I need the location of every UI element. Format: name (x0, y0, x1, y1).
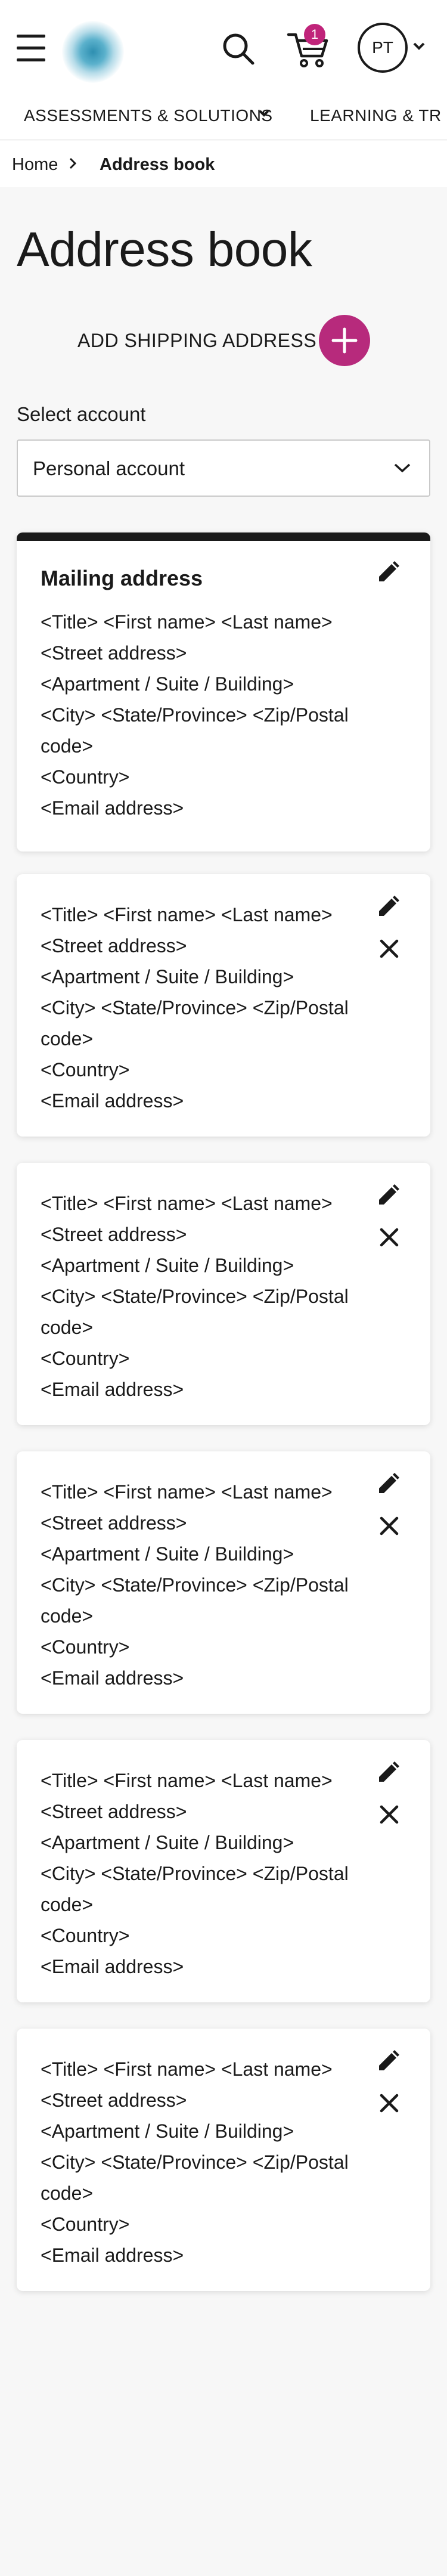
address-line: <Apartment / Suite / Building> (41, 1255, 294, 1276)
address-line: <Apartment / Suite / Building> (41, 966, 294, 987)
add-shipping-address-label[interactable]: ADD SHIPPING ADDRESS (77, 330, 316, 352)
address-card: <Title> <First name> <Last name> <Street … (17, 1451, 430, 1714)
address-line: <Street address> (41, 2089, 187, 2111)
add-shipping-address-button[interactable] (319, 315, 370, 366)
chevron-right-icon (67, 156, 79, 171)
page-title: Address book (17, 222, 312, 277)
address-line: <City> <State/Province> <Zip/Postal (41, 1574, 349, 1596)
close-icon[interactable] (378, 1515, 401, 1537)
edit-icon[interactable] (375, 894, 401, 919)
address-line: <Email address> (41, 1667, 184, 1689)
add-shipping-address[interactable]: ADD SHIPPING ADDRESS (77, 313, 375, 368)
address-line: <City> <State/Province> <Zip/Postal (41, 997, 349, 1018)
chevron-down-icon[interactable] (258, 109, 270, 117)
address-line: <Street address> (41, 935, 187, 956)
chevron-down-icon (393, 462, 411, 474)
address-line: <Apartment / Suite / Building> (41, 1543, 294, 1565)
address-card: <Title> <First name> <Last name> <Street … (17, 874, 430, 1137)
address-lines: <Title> <First name> <Last name> <Street … (41, 1188, 374, 1405)
address-lines: <Title> <First name> <Last name> <Street … (41, 606, 374, 823)
user-avatar[interactable]: PT (358, 23, 408, 73)
edit-icon[interactable] (375, 1760, 401, 1785)
address-lines: <Title> <First name> <Last name> <Street … (41, 1476, 374, 1693)
site-header: 1 PT ASSESSMENTS & SOLUTIONS LEARNING & … (0, 0, 447, 140)
address-line: <Street address> (41, 642, 187, 664)
address-line: <Country> (41, 1636, 130, 1658)
address-line: <Street address> (41, 1801, 187, 1822)
address-line: <Street address> (41, 1512, 187, 1534)
close-icon[interactable] (378, 937, 401, 960)
address-line: <Country> (41, 1925, 130, 1946)
address-line: code> (41, 1894, 94, 1915)
address-line: <City> <State/Province> <Zip/Postal (41, 1286, 349, 1307)
search-icon[interactable] (221, 31, 256, 67)
close-icon[interactable] (378, 1226, 401, 1249)
address-line: <Title> <First name> <Last name> (41, 611, 333, 633)
address-line: <City> <State/Province> <Zip/Postal (41, 704, 349, 726)
address-line: <Email address> (41, 797, 184, 819)
address-lines: <Title> <First name> <Last name> <Street … (41, 899, 374, 1116)
edit-icon[interactable] (375, 1183, 401, 1208)
edit-icon[interactable] (375, 1472, 401, 1497)
address-line: <Title> <First name> <Last name> (41, 904, 333, 925)
edit-icon[interactable] (375, 560, 401, 585)
main-navigation: ASSESSMENTS & SOLUTIONS LEARNING & TR (0, 95, 447, 136)
close-icon[interactable] (378, 2092, 401, 2114)
address-card: <Title> <First name> <Last name> <Street … (17, 1740, 430, 2002)
close-icon[interactable] (378, 1803, 401, 1826)
address-line: <Apartment / Suite / Building> (41, 1832, 294, 1853)
address-line: <Apartment / Suite / Building> (41, 673, 294, 695)
address-line: <Title> <First name> <Last name> (41, 1481, 333, 1503)
address-card: <Title> <First name> <Last name> <Street … (17, 2029, 430, 2291)
address-line: <Email address> (41, 1090, 184, 1111)
address-line: <Title> <First name> <Last name> (41, 1193, 333, 1214)
brand-logo[interactable] (62, 21, 124, 83)
address-line: <Country> (41, 1348, 130, 1369)
address-line: <Street address> (41, 1224, 187, 1245)
cart-count-badge: 1 (304, 24, 325, 45)
address-line: code> (41, 1605, 94, 1627)
address-line: code> (41, 735, 94, 757)
address-card: Mailing address <Title> <First name> <Las… (17, 532, 430, 852)
plus-icon (331, 327, 358, 354)
breadcrumb-current: Address book (100, 155, 215, 174)
address-line: code> (41, 1028, 94, 1049)
address-line: <Country> (41, 1059, 130, 1080)
address-card: <Title> <First name> <Last name> <Street … (17, 1163, 430, 1425)
address-line: <Country> (41, 2213, 130, 2235)
address-line: code> (41, 2182, 94, 2204)
address-line: <City> <State/Province> <Zip/Postal (41, 2151, 349, 2173)
address-line: <Title> <First name> <Last name> (41, 2058, 333, 2080)
address-line: code> (41, 1317, 94, 1338)
nav-item-assessments[interactable]: ASSESSMENTS & SOLUTIONS (24, 106, 273, 125)
address-line: <Title> <First name> <Last name> (41, 1770, 333, 1791)
address-line: <Country> (41, 766, 130, 788)
account-select[interactable]: Personal account (17, 439, 430, 497)
address-line: <Email address> (41, 2244, 184, 2266)
address-lines: <Title> <First name> <Last name> <Street … (41, 1765, 374, 1982)
select-account-label: Select account (17, 403, 146, 425)
address-line: <Email address> (41, 1956, 184, 1977)
account-select-value: Personal account (33, 457, 185, 479)
address-line: <Email address> (41, 1379, 184, 1400)
address-line: <Apartment / Suite / Building> (41, 2120, 294, 2142)
nav-item-learning[interactable]: LEARNING & TR (310, 106, 442, 125)
chevron-down-icon[interactable] (412, 42, 426, 51)
breadcrumb: Home Address book (0, 141, 447, 187)
address-line: <City> <State/Province> <Zip/Postal (41, 1863, 349, 1884)
hamburger-menu-icon[interactable] (17, 35, 45, 62)
address-card-title: Mailing address (41, 566, 203, 590)
address-lines: <Title> <First name> <Last name> <Street … (41, 2054, 374, 2271)
edit-icon[interactable] (375, 2049, 401, 2074)
breadcrumb-home-link[interactable]: Home (12, 155, 58, 175)
